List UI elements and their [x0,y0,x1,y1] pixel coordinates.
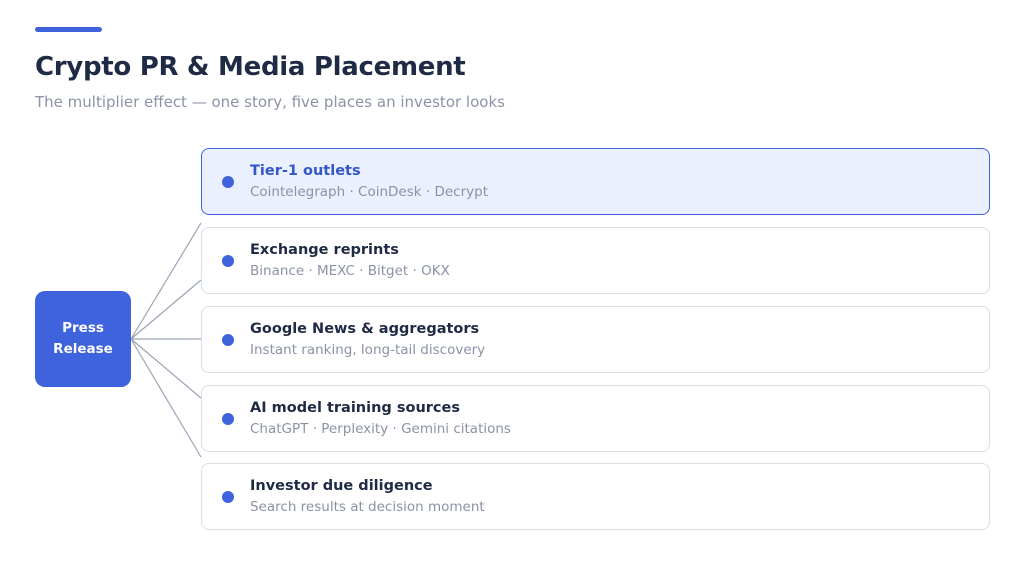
channel-title: AI model training sources [250,400,460,416]
connector-line [130,279,202,340]
channel-description: Instant ranking, long-tail discovery [250,342,486,358]
bullet-dot-icon [222,413,234,425]
channel-title: Investor due diligence [250,478,433,494]
channel-card-google-news: Google News & aggregators Instant rankin… [201,306,990,373]
bullet-dot-icon [222,334,234,346]
connector-line [130,338,202,458]
bullet-dot-icon [222,491,234,503]
bullet-dot-icon [222,255,234,267]
page-title: Crypto PR & Media Placement [35,52,466,82]
channel-description: Binance · MEXC · Bitget · OKX [250,263,450,279]
channel-title: Exchange reprints [250,242,399,258]
press-release-label-line2: Release [53,341,113,357]
connector-line [130,222,202,340]
press-release-label-line1: Press [62,320,104,336]
channel-card-investor-due-diligence: Investor due diligence Search results at… [201,463,990,530]
channel-title: Google News & aggregators [250,321,480,337]
channel-description: ChatGPT · Perplexity · Gemini citations [250,421,511,437]
channel-card-ai-model-sources: AI model training sources ChatGPT · Perp… [201,385,990,452]
channel-description: Cointelegraph · CoinDesk · Decrypt [250,184,488,200]
press-release-node: Press Release [35,291,131,387]
bullet-dot-icon [222,176,234,188]
accent-bar [35,27,102,32]
channel-title: Tier-1 outlets [250,163,361,179]
connector-line [130,338,202,399]
channel-description: Search results at decision moment [250,499,485,515]
channel-card-tier1-outlets: Tier-1 outlets Cointelegraph · CoinDesk … [201,148,990,215]
channel-card-exchange-reprints: Exchange reprints Binance · MEXC · Bitge… [201,227,990,294]
page-subtitle: The multiplier effect — one story, five … [35,93,505,111]
